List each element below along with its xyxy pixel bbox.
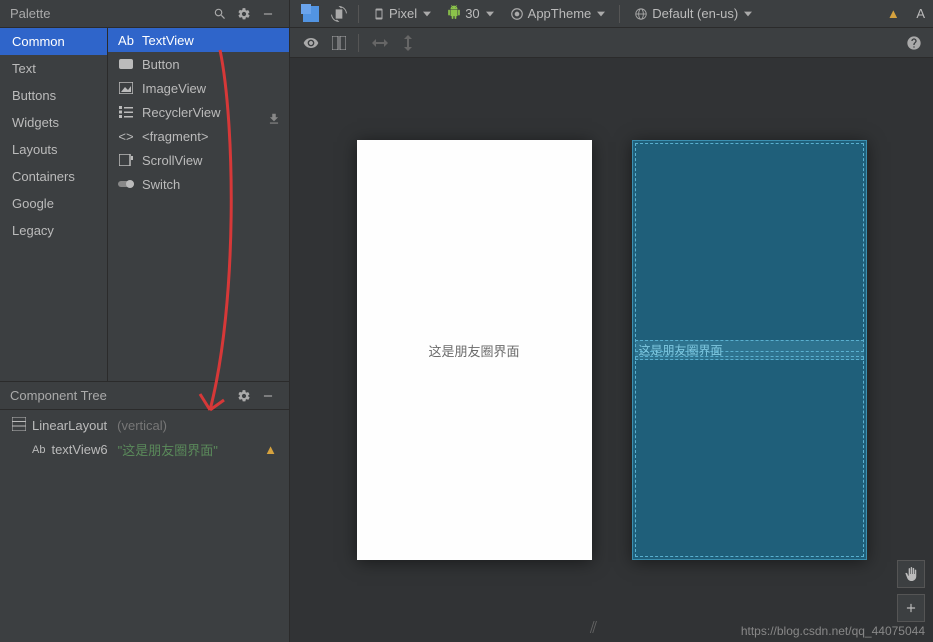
blueprint-region-bottom (635, 356, 864, 557)
minimize-icon[interactable] (257, 385, 279, 407)
expand-horizontal-icon[interactable] (369, 32, 391, 54)
design-preview[interactable]: 这是朋友圈界面 (357, 140, 592, 560)
theme-label: AppTheme (528, 6, 592, 21)
attributes-label[interactable]: A (916, 6, 925, 21)
palette-item-textview[interactable]: Ab TextView (108, 28, 289, 52)
ct-text-hint: "这是朋友圈界面" (118, 440, 218, 459)
palette-category-google[interactable]: Google (0, 190, 107, 217)
image-icon (118, 80, 134, 96)
blueprint-region-top (635, 143, 864, 352)
pan-button[interactable] (897, 560, 925, 588)
gear-icon[interactable] (233, 3, 255, 25)
palette-category-legacy[interactable]: Legacy (0, 217, 107, 244)
palette-categories: Common Text Buttons Widgets Layouts Cont… (0, 28, 108, 381)
orientation-icon[interactable] (328, 3, 350, 25)
android-icon (447, 5, 461, 22)
palette-item-recyclerview[interactable]: RecyclerView (108, 100, 289, 124)
divider (358, 34, 359, 52)
palette-item-button[interactable]: Button (108, 52, 289, 76)
locale-label: Default (en-us) (652, 6, 738, 21)
api-dropdown[interactable]: 30 (441, 3, 499, 24)
palette-item-label: TextView (142, 33, 194, 48)
blueprint-preview[interactable]: 这是朋友圈界面 (632, 140, 867, 560)
palette-title: Palette (10, 6, 207, 21)
palette-category-containers[interactable]: Containers (0, 163, 107, 190)
ct-row-textview6[interactable]: Ab textView6 "这是朋友圈界面" ▲ (0, 437, 289, 462)
palette-item-label: ScrollView (142, 153, 202, 168)
palette-item-fragment[interactable]: <> <fragment> (108, 124, 289, 148)
palette-item-switch[interactable]: Switch (108, 172, 289, 196)
gear-icon[interactable] (233, 385, 255, 407)
device-dropdown[interactable]: Pixel (367, 4, 437, 24)
button-icon (118, 56, 134, 72)
divider (619, 5, 620, 23)
ct-hint: (vertical) (117, 418, 167, 433)
warning-icon[interactable]: ▲ (264, 442, 277, 457)
palette-item-scrollview[interactable]: ScrollView (108, 148, 289, 172)
search-icon[interactable] (209, 3, 231, 25)
ct-label: textView6 (51, 442, 107, 457)
palette-category-buttons[interactable]: Buttons (0, 82, 107, 109)
palette-category-widgets[interactable]: Widgets (0, 109, 107, 136)
api-label: 30 (465, 6, 479, 21)
palette-item-label: <fragment> (142, 129, 209, 144)
resize-handle[interactable]: ⫽ (590, 620, 597, 638)
device-label: Pixel (389, 6, 417, 21)
recycler-icon (118, 104, 134, 120)
fragment-icon: <> (118, 128, 134, 144)
palette-item-label: RecyclerView (142, 105, 221, 120)
palette-category-text[interactable]: Text (0, 55, 107, 82)
palette-item-label: Switch (142, 177, 180, 192)
component-tree-title: Component Tree (10, 388, 231, 403)
textview-icon: Ab (118, 32, 134, 48)
textview-icon: Ab (32, 444, 45, 456)
palette-category-layouts[interactable]: Layouts (0, 136, 107, 163)
blueprint-text: 这是朋友圈界面 (639, 342, 723, 359)
palette-item-imageview[interactable]: ImageView (108, 76, 289, 100)
palette-item-label: ImageView (142, 81, 206, 96)
warning-icon[interactable]: ▲ (882, 3, 904, 25)
linearlayout-icon (12, 417, 26, 434)
ct-row-linearlayout[interactable]: LinearLayout (vertical) (0, 414, 289, 437)
download-icon[interactable] (263, 108, 285, 130)
minimize-icon[interactable] (257, 3, 279, 25)
scrollview-icon (118, 152, 134, 168)
eye-icon[interactable] (300, 32, 322, 54)
layers-icon[interactable] (300, 3, 322, 25)
help-icon[interactable] (903, 32, 925, 54)
palette-category-common[interactable]: Common (0, 28, 107, 55)
switch-icon (118, 176, 134, 192)
ct-label: LinearLayout (32, 418, 107, 433)
palette-item-label: Button (142, 57, 180, 72)
locale-dropdown[interactable]: Default (en-us) (628, 4, 758, 23)
divider (358, 5, 359, 23)
zoom-add-button[interactable] (897, 594, 925, 622)
preview-text: 这是朋友圈界面 (428, 341, 519, 360)
palette-items: Ab TextView Button ImageView RecyclerVie… (108, 28, 289, 381)
expand-vertical-icon[interactable] (397, 32, 419, 54)
grid-icon[interactable] (328, 32, 350, 54)
theme-dropdown[interactable]: AppTheme (504, 4, 612, 23)
watermark: https://blog.csdn.net/qq_44075044 (741, 624, 925, 638)
